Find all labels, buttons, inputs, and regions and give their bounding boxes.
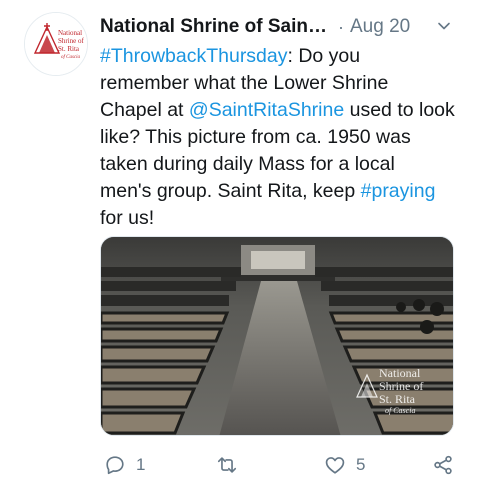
tweet-text-line: for us! bbox=[100, 205, 470, 232]
tweet[interactable]: National Shrine of St. Rita of Cascia Na… bbox=[0, 0, 477, 490]
tweet-text-line: Chapel at @SaintRitaShrine used to look bbox=[100, 97, 470, 124]
hashtag-link[interactable]: #praying bbox=[361, 180, 436, 202]
retweet-button[interactable] bbox=[216, 452, 248, 478]
chapel-photo: National Shrine of St. Rita of Cascia bbox=[101, 237, 453, 435]
svg-text:of Cascia: of Cascia bbox=[61, 55, 81, 60]
svg-text:St. Rita: St. Rita bbox=[379, 392, 416, 406]
reply-icon bbox=[104, 454, 126, 476]
hashtag-link[interactable]: #ThrowbackThursday bbox=[100, 45, 288, 67]
retweet-icon bbox=[216, 454, 238, 476]
tweet-text-segment: remember what the Lower Shrine bbox=[100, 72, 389, 94]
tweet-text-segment: used to look bbox=[344, 99, 455, 121]
svg-text:National: National bbox=[379, 366, 421, 380]
tweet-date[interactable]: Aug 20 bbox=[350, 16, 410, 38]
tweet-text-line: taken during daily Mass for a local bbox=[100, 151, 470, 178]
tweet-text-segment: : Do you bbox=[287, 45, 361, 67]
heart-icon bbox=[324, 454, 346, 476]
like-button[interactable]: 5 bbox=[324, 452, 365, 478]
tweet-header: National Shrine of Saint... · Aug 20 bbox=[100, 14, 460, 40]
avatar[interactable]: National Shrine of St. Rita of Cascia bbox=[24, 12, 88, 76]
chevron-down-icon[interactable] bbox=[434, 16, 454, 36]
tweet-text: #ThrowbackThursday: Do you remember what … bbox=[100, 43, 470, 232]
tweet-text-line: #ThrowbackThursday: Do you bbox=[100, 43, 470, 70]
reply-button[interactable]: 1 bbox=[104, 452, 145, 478]
svg-text:National: National bbox=[58, 29, 82, 37]
svg-text:Shrine of: Shrine of bbox=[379, 379, 423, 393]
svg-text:Shrine of: Shrine of bbox=[58, 37, 85, 45]
tweet-text-segment: like? This picture from ca. 1950 was bbox=[100, 126, 411, 148]
reply-count: 1 bbox=[136, 455, 146, 474]
tweet-text-line: remember what the Lower Shrine bbox=[100, 70, 470, 97]
tweet-text-segment: men's group. Saint Rita, keep bbox=[100, 180, 361, 202]
tweet-actions: 1 5 bbox=[100, 452, 460, 478]
separator: · bbox=[338, 16, 344, 37]
tweet-photo[interactable]: National Shrine of St. Rita of Cascia bbox=[100, 236, 454, 436]
svg-text:St. Rita: St. Rita bbox=[58, 45, 80, 53]
mention-link[interactable]: @SaintRitaShrine bbox=[189, 99, 344, 121]
tweet-text-line: like? This picture from ca. 1950 was bbox=[100, 124, 470, 151]
tweet-text-segment: taken during daily Mass for a local bbox=[100, 153, 395, 175]
tweet-text-line: men's group. Saint Rita, keep #praying bbox=[100, 178, 470, 205]
share-button[interactable] bbox=[432, 452, 454, 478]
svg-text:of Cascia: of Cascia bbox=[385, 406, 415, 415]
tweet-text-segment: for us! bbox=[100, 207, 155, 229]
like-count: 5 bbox=[356, 455, 366, 474]
shrine-logo: National Shrine of St. Rita of Cascia bbox=[25, 13, 87, 75]
share-icon bbox=[432, 454, 454, 476]
display-name[interactable]: National Shrine of Saint... bbox=[100, 16, 328, 38]
tweet-text-segment: Chapel at bbox=[100, 99, 189, 121]
